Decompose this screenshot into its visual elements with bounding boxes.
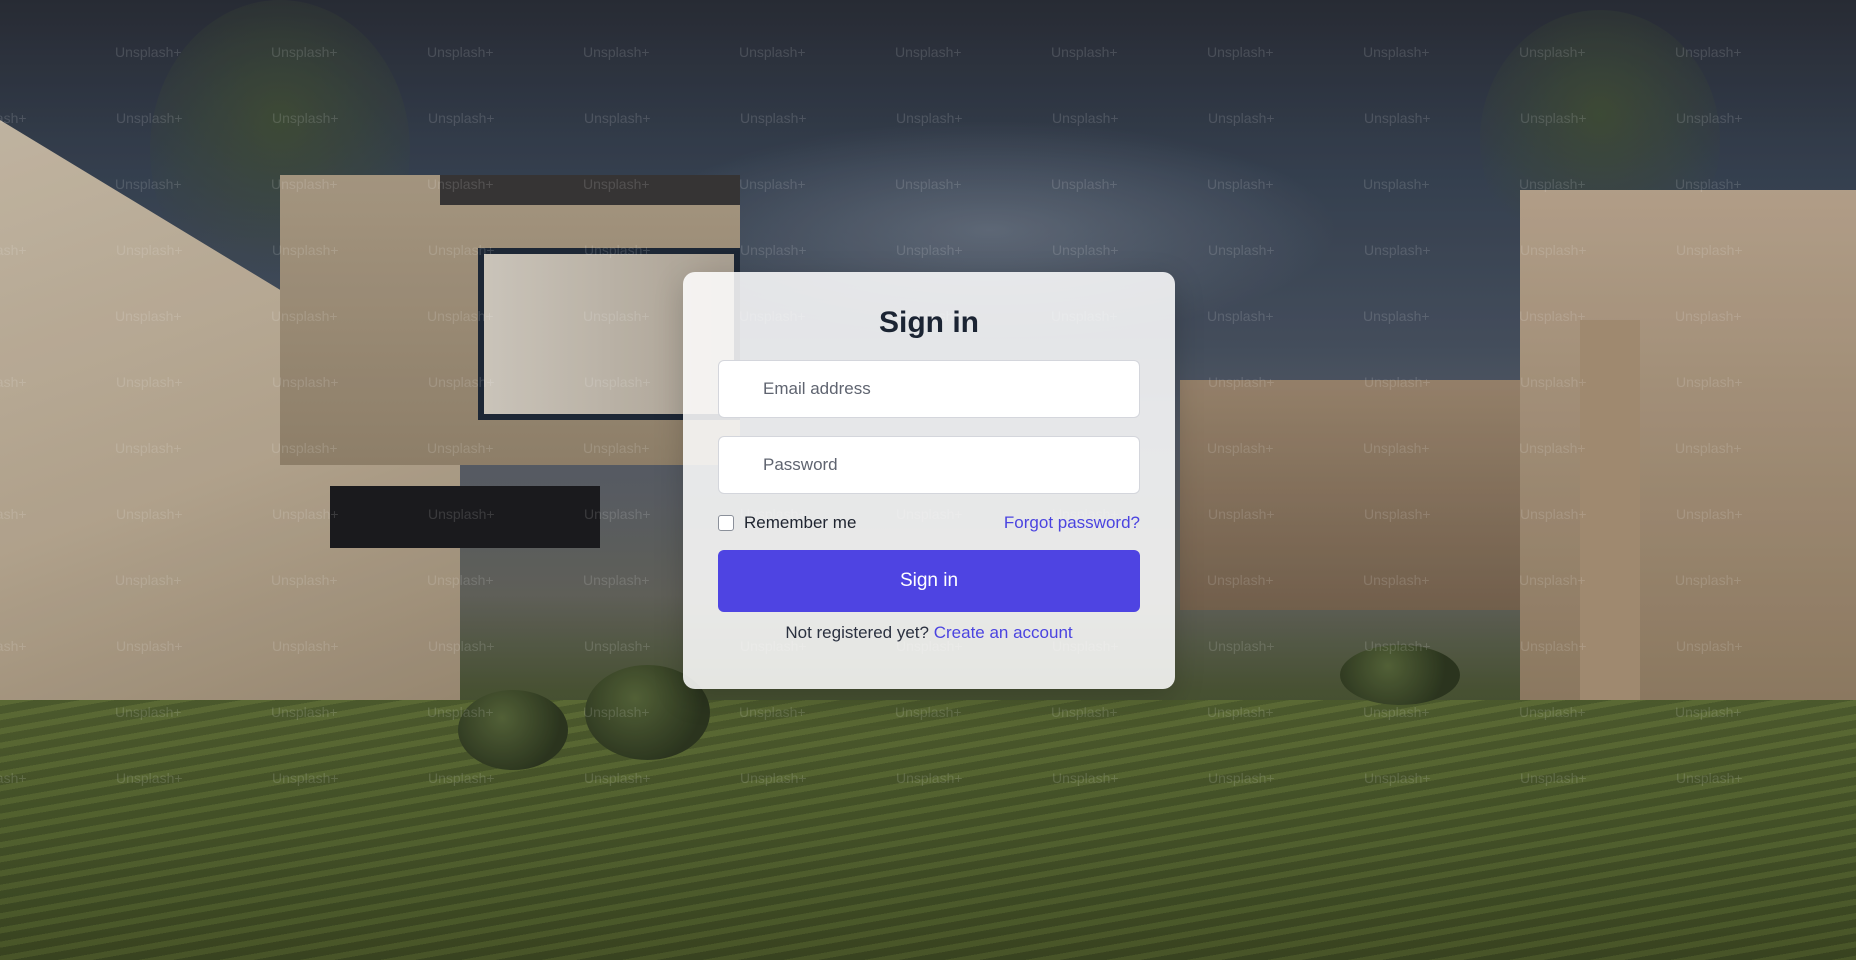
forgot-password-link[interactable]: Forgot password? [1004,513,1140,533]
sign-in-button[interactable]: Sign in [718,550,1140,612]
signin-card: Sign in Remember me Forgot password? Sig… [683,272,1175,689]
remember-me-checkbox[interactable] [718,515,734,531]
email-input[interactable] [718,360,1140,418]
register-prompt: Not registered yet? [785,623,929,642]
register-line: Not registered yet? Create an account [718,623,1140,643]
create-account-link[interactable]: Create an account [934,623,1073,642]
remember-me-label: Remember me [744,513,857,532]
page-title: Sign in [879,306,979,339]
password-input[interactable] [718,436,1140,494]
options-row: Remember me Forgot password? [718,512,1140,534]
remember-me[interactable]: Remember me [718,513,856,533]
